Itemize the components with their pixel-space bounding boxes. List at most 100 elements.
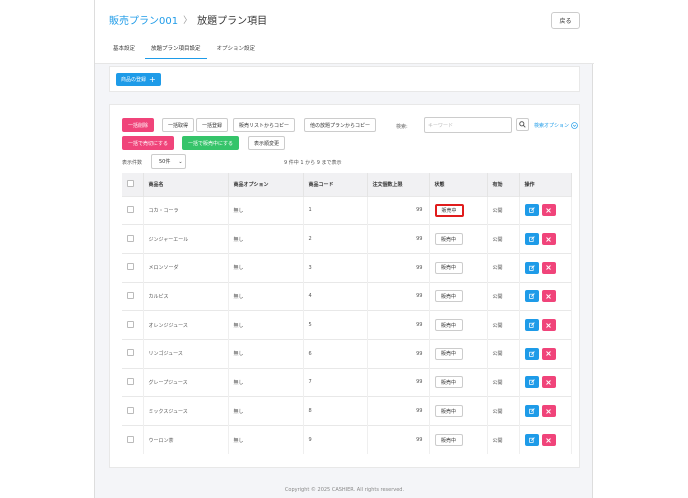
delete-button[interactable] xyxy=(541,376,556,389)
row-checkbox[interactable] xyxy=(127,234,134,242)
column-header-option[interactable]: 商品オプション xyxy=(228,173,304,196)
close-icon xyxy=(546,351,551,357)
edit-button[interactable] xyxy=(524,290,539,303)
bulk-delete-button[interactable]: 一括削除 xyxy=(122,118,155,132)
status-toggle-button[interactable]: 販売中 xyxy=(434,405,463,418)
tab-option-settings[interactable]: オプション設定 xyxy=(211,40,262,59)
product-option: 無し xyxy=(228,224,304,254)
product-code: 7 xyxy=(303,367,368,397)
product-code: 9 xyxy=(303,425,368,455)
status-toggle-button[interactable]: 販売中 xyxy=(434,203,464,217)
edit-button[interactable] xyxy=(524,347,539,360)
delete-button[interactable] xyxy=(541,347,556,360)
edit-button[interactable] xyxy=(524,233,539,246)
display-count-select[interactable]: 50件 ⌄ xyxy=(151,154,186,169)
status-toggle-button[interactable]: 販売中 xyxy=(434,434,463,447)
delete-button[interactable] xyxy=(541,233,556,246)
bulk-sold-out-button[interactable]: 一括で売切にする xyxy=(122,136,175,150)
bulk-on-sale-button[interactable]: 一括で販売中にする xyxy=(182,136,240,150)
search-input[interactable]: キーワード xyxy=(424,117,512,133)
table-row: カルピス 無し 4 99 販売中 公開 xyxy=(122,281,572,311)
table-row: リンゴジュース 無し 6 99 販売中 公開 xyxy=(122,338,572,369)
order-limit: 99 xyxy=(367,224,430,254)
register-product-button[interactable]: 商品の登録 + xyxy=(116,73,161,86)
edit-button[interactable] xyxy=(524,434,539,447)
copy-from-other-plan-button[interactable]: 他の放題プランからコピー xyxy=(304,118,377,132)
delete-button[interactable] xyxy=(541,204,556,217)
row-checkbox[interactable] xyxy=(127,406,134,414)
table-row: グレープジュース 無し 7 99 販売中 公開 xyxy=(122,367,572,397)
bulk-fetch-button[interactable]: 一括取得 xyxy=(162,118,195,132)
column-header-code[interactable]: 商品コード xyxy=(303,173,368,196)
actions-cell xyxy=(519,310,572,340)
delete-button[interactable] xyxy=(541,290,556,303)
product-code: 4 xyxy=(303,281,368,311)
order-limit: 99 xyxy=(367,425,430,455)
close-icon xyxy=(546,322,551,328)
product-option: 無し xyxy=(228,252,304,283)
active-state: 公開 xyxy=(487,252,520,283)
column-header-actions: 操作 xyxy=(519,173,572,196)
row-checkbox[interactable] xyxy=(127,205,134,213)
column-header-name[interactable]: 商品名 xyxy=(143,173,229,196)
row-checkbox[interactable] xyxy=(127,291,134,299)
status-cell: 販売中 xyxy=(429,195,488,225)
row-checkbox[interactable] xyxy=(127,349,134,357)
row-checkbox[interactable] xyxy=(127,435,134,443)
row-checkbox[interactable] xyxy=(127,320,134,328)
edit-icon xyxy=(528,351,535,357)
row-select-cell xyxy=(122,367,144,397)
table-row: オレンジジュース 無し 5 99 販売中 公開 xyxy=(122,310,572,340)
edit-button[interactable] xyxy=(524,319,539,332)
row-select-cell xyxy=(122,281,144,311)
delete-button[interactable] xyxy=(541,261,556,274)
breadcrumb-separator-icon: 〉 xyxy=(183,16,193,26)
column-header-status[interactable]: 状態 xyxy=(429,173,488,196)
row-checkbox[interactable] xyxy=(127,377,134,385)
row-select-cell xyxy=(122,338,144,369)
product-code: 3 xyxy=(303,252,368,283)
delete-button[interactable] xyxy=(541,319,556,332)
column-header-active[interactable]: 有効 xyxy=(487,173,520,196)
order-limit: 99 xyxy=(367,310,430,340)
order-limit: 99 xyxy=(367,281,430,311)
tab-bar: 基本設定 放題プラン項目設定 オプション設定 xyxy=(107,40,261,59)
edit-button[interactable] xyxy=(524,405,539,418)
actions-cell xyxy=(519,195,572,225)
search-options-link[interactable]: 検索オプション xyxy=(534,122,578,129)
search-button[interactable] xyxy=(516,118,529,131)
product-name: ジンジャーエール xyxy=(143,224,229,254)
tab-basic-settings[interactable]: 基本設定 xyxy=(107,40,141,59)
reorder-button[interactable]: 表示順変更 xyxy=(248,136,286,150)
status-toggle-button[interactable]: 販売中 xyxy=(434,261,463,274)
status-toggle-button[interactable]: 販売中 xyxy=(434,376,463,389)
delete-button[interactable] xyxy=(541,405,556,418)
active-state: 公開 xyxy=(487,425,520,455)
product-option: 無し xyxy=(228,396,304,426)
active-state: 公開 xyxy=(487,224,520,254)
edit-button[interactable] xyxy=(524,261,539,274)
delete-button[interactable] xyxy=(541,434,556,447)
status-toggle-button[interactable]: 販売中 xyxy=(434,319,463,332)
copy-from-sales-list-button[interactable]: 販売リストからコピー xyxy=(233,118,296,132)
edit-button[interactable] xyxy=(524,376,539,389)
edit-button[interactable] xyxy=(524,204,539,217)
display-count-label: 表示件数 xyxy=(122,160,143,166)
select-all-checkbox[interactable] xyxy=(127,179,134,187)
status-toggle-button[interactable]: 販売中 xyxy=(434,233,463,246)
status-cell: 販売中 xyxy=(429,224,488,254)
row-checkbox[interactable] xyxy=(127,263,134,271)
back-button[interactable]: 戻る xyxy=(551,12,580,29)
table-row: コカ・コーラ 無し 1 99 販売中 公開 xyxy=(122,195,572,225)
table-row: メロンソーダ 無し 3 99 販売中 公開 xyxy=(122,252,572,283)
product-code: 1 xyxy=(303,195,368,225)
close-icon xyxy=(546,207,551,213)
items-table: 商品名 商品オプション 商品コード 注文個数上限 状態 有効 操作 コカ・コーラ… xyxy=(122,173,572,455)
status-toggle-button[interactable]: 販売中 xyxy=(434,290,463,303)
breadcrumb-parent-link[interactable]: 販売プラン001 xyxy=(109,12,178,27)
status-toggle-button[interactable]: 販売中 xyxy=(434,347,463,360)
column-header-limit[interactable]: 注文個数上限 xyxy=(367,173,430,196)
tab-plan-items[interactable]: 放題プラン項目設定 xyxy=(145,40,207,59)
bulk-register-button[interactable]: 一括登録 xyxy=(196,118,229,132)
product-name: グレープジュース xyxy=(143,367,229,397)
